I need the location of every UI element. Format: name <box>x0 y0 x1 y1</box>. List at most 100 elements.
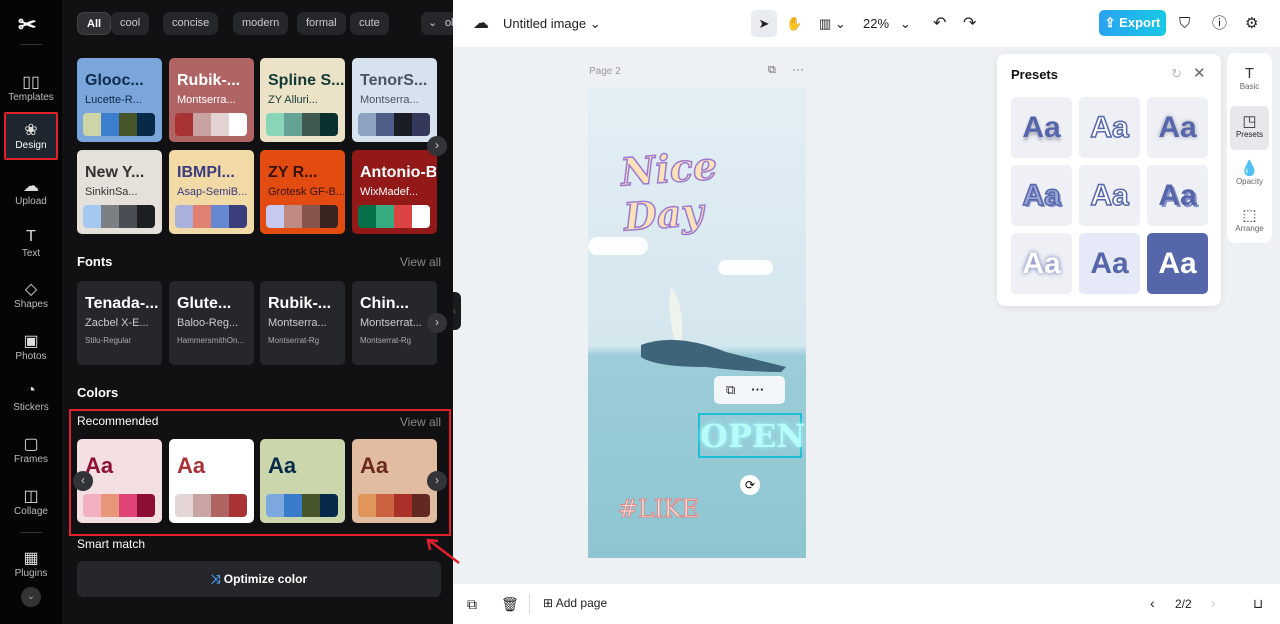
themes-next-button[interactable]: › <box>427 136 447 156</box>
fonts-view-all[interactable]: View all <box>400 255 441 269</box>
rail-item-upload[interactable]: ☁ Upload <box>4 170 58 218</box>
document-title[interactable]: Untitled image ⌄ <box>503 10 601 37</box>
like-text[interactable]: #LIKE <box>618 495 700 524</box>
colors-title: Colors <box>77 385 119 400</box>
shield-icon[interactable]: ⛉ <box>1179 10 1190 37</box>
side-tab-presets[interactable]: ◳ Presets <box>1230 106 1269 150</box>
theme-card[interactable]: New Y... SinkinSa... <box>77 150 162 234</box>
rail-item-frames[interactable]: ▢ Frames <box>4 428 58 476</box>
add-page-button[interactable]: ⊞ Add page <box>543 596 607 610</box>
redo-button[interactable]: ↷ <box>963 10 976 37</box>
swatch <box>394 494 412 517</box>
undo-button[interactable]: ↶ <box>933 10 946 37</box>
smart-match-title: Smart match <box>77 537 146 551</box>
rotate-handle-icon[interactable]: ⟳ <box>740 475 760 495</box>
palettes-prev-button[interactable]: ‹ <box>73 471 93 491</box>
palette-card[interactable]: Aa <box>169 439 254 523</box>
share-icon: ⇪ <box>1104 15 1120 30</box>
preset-style-1[interactable]: Aa <box>1011 97 1072 158</box>
font-card[interactable]: Tenada-... Zacbel X-E... Stilu-Regular <box>77 281 162 365</box>
chip-formal[interactable]: formal <box>297 12 346 35</box>
rail-item-stickers[interactable]: ◔ Stickers <box>4 376 58 424</box>
swatch <box>193 113 211 136</box>
chip-cute[interactable]: cute <box>350 12 389 35</box>
export-label: Export <box>1119 15 1161 30</box>
zoom-dropdown[interactable]: 22% ⌄ <box>863 10 911 37</box>
preset-style-2[interactable]: Aa <box>1079 97 1140 158</box>
close-icon[interactable]: ✕ <box>1193 64 1206 82</box>
chip-concise[interactable]: concise <box>163 12 219 35</box>
optimize-color-button[interactable]: ⤨ Optimize color <box>77 561 441 597</box>
theme-body-font: Montserra... <box>177 94 236 106</box>
rail-item-templates[interactable]: ▯▯ Templates <box>4 66 58 114</box>
settings-icon[interactable]: ⚙ <box>1245 10 1258 37</box>
preset-style-9[interactable]: Aa <box>1147 233 1208 294</box>
capcut-logo-icon[interactable]: ✂ <box>18 12 36 38</box>
pages-panel-icon[interactable]: ⊔ <box>1253 596 1263 612</box>
colors-view-all[interactable]: View all <box>400 415 441 429</box>
top-toolbar: ☁ Untitled image ⌄ ➤ ✋ ▥ ⌄ 22% ⌄ ↶ ↷ ⇪ E… <box>453 0 1280 47</box>
rail-item-label: Design <box>15 140 47 151</box>
theme-card[interactable]: Glooc... Lucette-R... <box>77 58 162 142</box>
swatch <box>266 494 284 517</box>
rail-item-text[interactable]: T Text <box>4 222 58 270</box>
preset-style-3[interactable]: Aa <box>1147 97 1208 158</box>
swatch <box>284 205 302 228</box>
hand-tool-button[interactable]: ✋ <box>786 10 802 37</box>
color-swatches <box>266 205 338 228</box>
open-text-selected[interactable]: OPEN <box>698 413 806 458</box>
side-tab-opacity[interactable]: 💧 Opacity <box>1230 153 1269 197</box>
preset-style-4[interactable]: Aa <box>1011 165 1072 226</box>
next-page-button[interactable]: › <box>1211 595 1216 611</box>
duplicate-page-icon[interactable]: ⧉ <box>768 64 776 77</box>
palette-card[interactable]: Aa <box>260 439 345 523</box>
collapse-panel-handle[interactable]: ‹ <box>453 292 461 330</box>
chip-cool[interactable]: cool <box>111 12 150 35</box>
rail-item-collage[interactable]: ◫ Collage <box>4 480 58 528</box>
duplicate-page-button[interactable]: ⧉ <box>467 596 477 613</box>
theme-card[interactable]: ZY R... Grotesk GF-B... <box>260 150 345 234</box>
rail-item-shapes[interactable]: ◇ Shapes <box>4 273 58 321</box>
preset-style-6[interactable]: Aa <box>1147 165 1208 226</box>
cloud-saved-icon[interactable]: ☁ <box>473 10 489 37</box>
font-card[interactable]: Rubik-... Montserra... Montserrat-Rg <box>260 281 345 365</box>
layout-button[interactable]: ▥ ⌄ <box>819 10 846 37</box>
fonts-next-button[interactable]: › <box>427 313 447 333</box>
reset-icon[interactable]: ↻ <box>1171 66 1182 82</box>
select-tool-button[interactable]: ➤ <box>751 10 777 37</box>
rail-item-design[interactable]: ❀ Design <box>4 112 58 160</box>
prev-page-button[interactable]: ‹ <box>1150 595 1155 611</box>
chips-dropdown-button[interactable]: ⌄ <box>421 12 445 35</box>
rail-item-plugins[interactable]: ▦ Plugins <box>4 542 58 590</box>
help-icon[interactable]: ⓘ <box>1212 10 1227 37</box>
preset-style-7[interactable]: Aa <box>1011 233 1072 294</box>
delete-icon[interactable]: 🗑 <box>501 596 519 613</box>
font-card[interactable]: Chin... Montserrat... Montserrat-Rg <box>352 281 437 365</box>
more-icon[interactable]: ··· <box>751 382 764 397</box>
theme-card[interactable]: Rubik-... Montserra... <box>169 58 254 142</box>
export-button[interactable]: ⇪ Export <box>1099 10 1166 36</box>
swatch <box>211 494 229 517</box>
duplicate-icon[interactable]: ⧉ <box>726 382 735 397</box>
theme-card[interactable]: Antonio-Bold WixMadef... <box>352 150 437 234</box>
design-page[interactable]: Nice Day ⧉ ··· OPEN ⟳ #LIKE <box>588 87 806 558</box>
chip-modern[interactable]: modern <box>233 12 289 35</box>
chip-all[interactable]: All <box>77 12 112 35</box>
palettes-next-button[interactable]: › <box>427 471 447 491</box>
theme-card[interactable]: IBMPl... Asap-SemiB... <box>169 150 254 234</box>
design-icon: ❀ <box>24 122 38 139</box>
nice-day-text[interactable]: Nice Day <box>618 137 806 240</box>
font-card[interactable]: Glute... Baloo-Reg... HammersmithOn... <box>169 281 254 365</box>
preset-style-5[interactable]: Aa <box>1079 165 1140 226</box>
rail-item-photos[interactable]: ▣ Photos <box>4 325 58 373</box>
color-swatches <box>266 494 338 517</box>
side-tab-basic[interactable]: T Basic <box>1230 59 1269 103</box>
theme-card[interactable]: Spline S... ZY Alluri... <box>260 58 345 142</box>
expand-more-button[interactable]: ⌄ <box>21 587 41 607</box>
page-more-icon[interactable]: ··· <box>792 62 804 76</box>
side-tab-arrange[interactable]: ⬚ Arrange <box>1230 200 1269 244</box>
swatch <box>119 205 137 228</box>
palette-card[interactable]: Aa <box>352 439 437 523</box>
theme-card[interactable]: TenorS... Montserra... <box>352 58 437 142</box>
preset-style-8[interactable]: Aa <box>1079 233 1140 294</box>
